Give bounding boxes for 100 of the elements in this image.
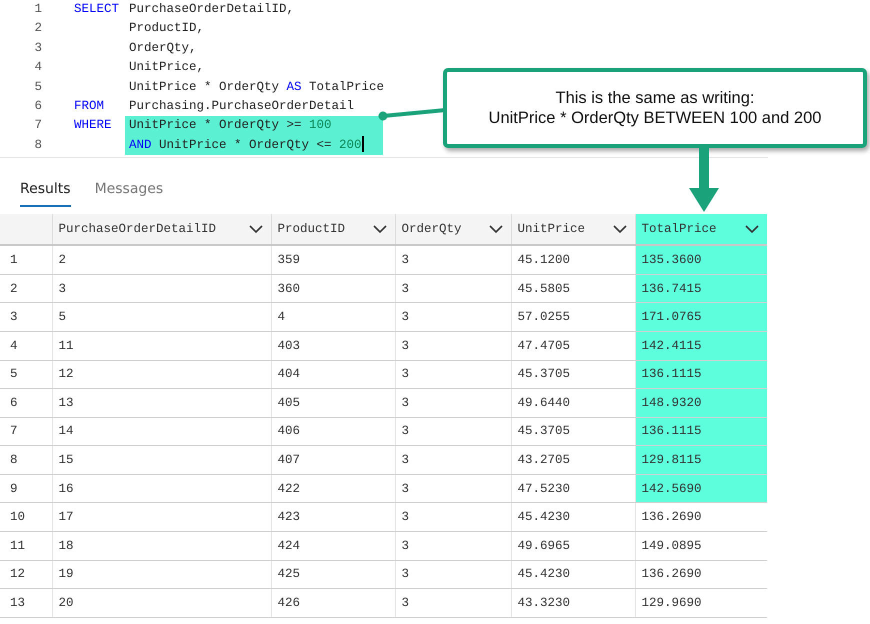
table-cell: 407: [271, 446, 395, 474]
column-header[interactable]: UnitPrice: [511, 214, 635, 246]
code-text: Purchasing.PurchaseOrderDetail: [128, 98, 356, 115]
code-text: PurchaseOrderDetailID,: [128, 1, 296, 18]
table-cell: 424: [271, 532, 395, 560]
row-number: 6: [0, 388, 52, 418]
table-cell: 136.1115: [635, 360, 767, 389]
chevron-down-icon[interactable]: [745, 224, 759, 234]
table-cell: 4: [271, 302, 395, 332]
table-cell: 425: [271, 560, 395, 589]
table-cell: 426: [271, 588, 395, 618]
table-cell: 3: [395, 274, 511, 303]
line-number: 7: [33, 117, 42, 134]
table-cell: 405: [271, 388, 395, 418]
table-cell: 45.4230: [511, 560, 635, 589]
table-cell: 423: [271, 502, 395, 532]
row-number: 8: [0, 446, 52, 474]
column-header[interactable]: OrderQty: [395, 214, 511, 246]
line-number: 5: [33, 78, 42, 96]
table-cell: 2: [52, 245, 271, 274]
table-cell: 13: [52, 388, 271, 418]
line-number: 4: [33, 59, 42, 76]
results-tab[interactable]: Messages: [94, 178, 164, 208]
row-number: 3: [0, 302, 52, 332]
table-cell: 3: [395, 417, 511, 446]
table-cell: 171.0765: [635, 302, 767, 332]
row-number: 13: [0, 588, 52, 618]
code-text: ProductID,: [128, 20, 206, 38]
table-cell: 3: [395, 302, 511, 332]
table-cell: 129.9690: [635, 588, 767, 618]
table-cell: 15: [52, 446, 271, 474]
table-cell: 3: [395, 446, 511, 474]
table-cell: 136.2690: [635, 560, 767, 589]
row-number: 9: [0, 474, 52, 503]
table-cell: 142.5690: [635, 474, 767, 503]
table-cell: 3: [395, 560, 511, 589]
table-cell: 135.3600: [635, 245, 767, 274]
line-number: 2: [33, 20, 42, 38]
sql-keyword: SELECT: [74, 2, 120, 16]
table-cell: 404: [271, 360, 395, 389]
chevron-down-icon[interactable]: [248, 224, 262, 234]
code-text: AND UnitPrice * OrderQty <= 200: [125, 136, 383, 156]
row-number: 4: [0, 331, 52, 360]
table-cell: 11: [52, 331, 271, 360]
table-cell: 19: [52, 560, 271, 589]
column-header[interactable]: TotalPrice: [635, 214, 767, 246]
table-cell: 142.4115: [635, 331, 767, 360]
table-cell: 16: [52, 474, 271, 503]
line-number: 1: [33, 1, 42, 18]
table-cell: 149.0895: [635, 532, 767, 560]
table-cell: 49.6965: [511, 532, 635, 560]
row-number: 5: [0, 360, 52, 389]
table-cell: 3: [395, 245, 511, 274]
row-number: 11: [0, 532, 52, 560]
table-cell: 136.7415: [635, 274, 767, 303]
table-cell: 3: [395, 502, 511, 532]
table-cell: 3: [395, 388, 511, 418]
table-cell: 20: [52, 588, 271, 618]
table-cell: 406: [271, 417, 395, 446]
table-cell: 45.4230: [511, 502, 635, 532]
table-cell: 403: [271, 331, 395, 360]
code-text: UnitPrice * OrderQty AS TotalPrice: [128, 78, 386, 96]
callout-text: This is the same as writing:: [556, 88, 754, 108]
table-cell: 17: [52, 502, 271, 532]
chevron-down-icon[interactable]: [488, 224, 502, 234]
row-number: 1: [0, 245, 52, 274]
line-number: 8: [33, 136, 42, 154]
table-cell: 3: [52, 274, 271, 303]
table-cell: 3: [395, 588, 511, 618]
table-cell: 5: [52, 302, 271, 332]
table-cell: 422: [271, 474, 395, 503]
line-number: 6: [33, 98, 42, 115]
chevron-down-icon[interactable]: [612, 224, 626, 234]
table-cell: 12: [52, 360, 271, 389]
callout-text: UnitPrice * OrderQty BETWEEN 100 and 200: [488, 108, 822, 128]
table-cell: 14: [52, 417, 271, 446]
table-cell: 3: [395, 474, 511, 503]
table-cell: 360: [271, 274, 395, 303]
row-number: 2: [0, 274, 52, 303]
row-number: 10: [0, 502, 52, 532]
line-number: 3: [33, 40, 42, 57]
table-cell: 136.1115: [635, 417, 767, 446]
table-cell: 148.9320: [635, 388, 767, 418]
chevron-down-icon[interactable]: [372, 224, 386, 234]
table-cell: 359: [271, 245, 395, 274]
sql-keyword: WHERE: [74, 118, 112, 132]
table-cell: 129.8115: [635, 446, 767, 474]
table-cell: 18: [52, 532, 271, 560]
code-text: UnitPrice,: [128, 59, 206, 76]
results-tab[interactable]: Results: [20, 178, 71, 208]
code-text: UnitPrice * OrderQty >= 100: [125, 116, 383, 136]
table-cell: 3: [395, 532, 511, 560]
row-number: 7: [0, 417, 52, 446]
sql-keyword: FROM: [74, 98, 104, 113]
column-header[interactable]: ProductID: [271, 214, 395, 246]
column-header[interactable]: PurchaseOrderDetailID: [52, 214, 271, 246]
row-number: 12: [0, 560, 52, 589]
code-text: OrderQty,: [128, 40, 198, 57]
table-cell: 43.3230: [511, 588, 635, 618]
table-cell: 136.2690: [635, 502, 767, 532]
